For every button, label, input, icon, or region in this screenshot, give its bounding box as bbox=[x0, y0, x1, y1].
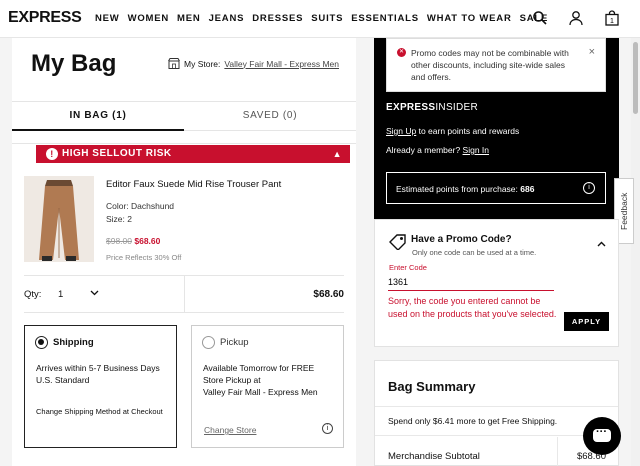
bag-count: 1 bbox=[610, 18, 614, 25]
shipping-details: Arrives within 5-7 Business Days U.S. St… bbox=[36, 362, 168, 386]
sellout-risk-banner[interactable]: ! HIGH SELLOUT RISK ▲ bbox=[36, 145, 350, 163]
line-total: $68.60 bbox=[313, 289, 344, 300]
info-icon[interactable]: i bbox=[322, 423, 333, 434]
product-name[interactable]: Editor Faux Suede Mid Rise Trouser Pant bbox=[106, 179, 281, 190]
original-price: $98.00 bbox=[106, 236, 132, 246]
shipping-change-note: Change Shipping Method at Checkout bbox=[36, 407, 163, 416]
search-icon[interactable] bbox=[532, 10, 548, 26]
shipping-label: Shipping bbox=[53, 337, 94, 348]
pickup-radio[interactable] bbox=[202, 336, 215, 349]
bag-summary: Bag Summary Spend only $6.41 more to get… bbox=[374, 360, 619, 466]
nav-dresses[interactable]: DRESSES bbox=[252, 13, 303, 24]
promo-field-label: Enter Code bbox=[389, 263, 427, 272]
tag-icon bbox=[389, 234, 406, 250]
shipping-radio[interactable] bbox=[35, 336, 48, 349]
signin-line: Already a member? Sign In bbox=[386, 145, 490, 155]
apply-button[interactable]: APPLY bbox=[564, 312, 609, 331]
pickup-option[interactable]: Pickup Available Tomorrow for FREE Store… bbox=[191, 325, 344, 448]
signin-link[interactable]: Sign In bbox=[463, 145, 489, 155]
shipping-eta: Arrives within 5-7 Business Days bbox=[36, 363, 160, 373]
bag-item: ! HIGH SELLOUT RISK ▲ Editor Faux Suede … bbox=[12, 143, 356, 466]
quantity-row: Qty: 1 $68.60 bbox=[24, 275, 344, 313]
price-note: Price Reflects 30% Off bbox=[106, 253, 182, 262]
store-icon bbox=[168, 58, 180, 69]
points-label: Estimated points from purchase: bbox=[396, 184, 521, 194]
promo-title[interactable]: Have a Promo Code? bbox=[411, 234, 512, 245]
pickup-store: Valley Fair Mall - Express Men bbox=[203, 387, 318, 397]
page-title: My Bag bbox=[31, 50, 117, 77]
nav-suits[interactable]: SUITS bbox=[311, 13, 343, 24]
promo-notice-text: Promo codes may not be combinable with o… bbox=[411, 48, 569, 82]
product-image[interactable] bbox=[24, 176, 94, 262]
bag-tabs: IN BAG (1) SAVED (0) bbox=[12, 101, 356, 131]
insider-panel: ✕ Promo codes may not be combinable with… bbox=[374, 38, 619, 219]
express-logo[interactable]: EXPRESS bbox=[8, 9, 82, 27]
express-insider-logo: EXPRESSINSIDER bbox=[386, 102, 479, 113]
account-icon[interactable] bbox=[568, 10, 584, 26]
nav-essentials[interactable]: ESSENTIALS bbox=[351, 13, 419, 24]
change-store-link[interactable]: Change Store bbox=[204, 425, 256, 435]
top-nav: EXPRESS NEW WOMEN MEN JEANS DRESSES SUIT… bbox=[0, 0, 640, 38]
points-value: 686 bbox=[520, 184, 535, 194]
store-label: My Store: bbox=[184, 58, 221, 69]
scrollbar[interactable] bbox=[631, 38, 640, 466]
pickup-details: Available Tomorrow for FREE Store Pickup… bbox=[203, 362, 335, 398]
product-color: Color: Dachshund bbox=[106, 201, 175, 211]
pickup-availability: Available Tomorrow for FREE Store Pickup… bbox=[203, 363, 315, 385]
tab-in-bag[interactable]: IN BAG (1) bbox=[12, 102, 184, 131]
nav-women[interactable]: WOMEN bbox=[128, 13, 169, 24]
subtotal-label: Merchandise Subtotal bbox=[388, 451, 480, 462]
divider bbox=[557, 437, 558, 466]
nav-what-to-wear[interactable]: WHAT TO WEAR bbox=[427, 13, 512, 24]
qty-label: Qty: bbox=[24, 289, 42, 300]
store-link[interactable]: Valley Fair Mall - Express Men bbox=[224, 59, 339, 69]
promo-error: Sorry, the code you entered cannot be us… bbox=[388, 296, 557, 319]
chevron-up-icon[interactable] bbox=[597, 239, 606, 250]
promo-code-input[interactable] bbox=[388, 273, 554, 291]
scrollbar-thumb[interactable] bbox=[633, 42, 638, 114]
nav-new[interactable]: NEW bbox=[95, 13, 120, 24]
nav-jeans[interactable]: JEANS bbox=[209, 13, 245, 24]
promo-code-panel: Have a Promo Code? Only one code can be … bbox=[374, 219, 619, 347]
shipping-option[interactable]: Shipping Arrives within 5-7 Business Day… bbox=[24, 325, 177, 448]
qty-select[interactable]: 1 bbox=[58, 289, 63, 300]
chat-button[interactable] bbox=[583, 417, 621, 455]
product-price: $98.00 $68.60 bbox=[106, 236, 160, 246]
error-icon: ✕ bbox=[397, 48, 406, 57]
close-icon[interactable]: × bbox=[589, 46, 595, 58]
summary-title: Bag Summary bbox=[388, 379, 476, 394]
product-size: Size: 2 bbox=[106, 214, 132, 224]
chat-icon bbox=[593, 426, 611, 442]
signup-line: Sign Up to earn points and rewards bbox=[386, 126, 520, 136]
free-shipping-message: Spend only $6.41 more to get Free Shippi… bbox=[375, 406, 618, 436]
promo-notice: ✕ Promo codes may not be combinable with… bbox=[386, 38, 606, 92]
estimated-points: Estimated points from purchase: 686 i bbox=[386, 172, 606, 204]
tab-saved[interactable]: SAVED (0) bbox=[184, 102, 356, 131]
signup-link[interactable]: Sign Up bbox=[386, 126, 416, 136]
risk-label: HIGH SELLOUT RISK bbox=[62, 148, 172, 159]
bag-icon[interactable]: 1 bbox=[604, 10, 620, 26]
chevron-up-icon[interactable]: ▲ bbox=[333, 145, 342, 163]
my-store: My Store: Valley Fair Mall - Express Men bbox=[168, 58, 339, 69]
promo-subtitle: Only one code can be used at a time. bbox=[412, 248, 537, 257]
main-nav: NEW WOMEN MEN JEANS DRESSES SUITS ESSENT… bbox=[95, 13, 548, 24]
bag-panel: My Bag My Store: Valley Fair Mall - Expr… bbox=[12, 38, 356, 466]
sale-price: $68.60 bbox=[134, 236, 161, 246]
shipping-method: U.S. Standard bbox=[36, 375, 90, 385]
alert-icon: ! bbox=[46, 148, 58, 160]
info-icon[interactable]: i bbox=[583, 182, 595, 194]
nav-men[interactable]: MEN bbox=[177, 13, 201, 24]
divider bbox=[184, 276, 185, 312]
pickup-label: Pickup bbox=[220, 337, 249, 348]
chevron-down-icon[interactable] bbox=[90, 288, 99, 298]
